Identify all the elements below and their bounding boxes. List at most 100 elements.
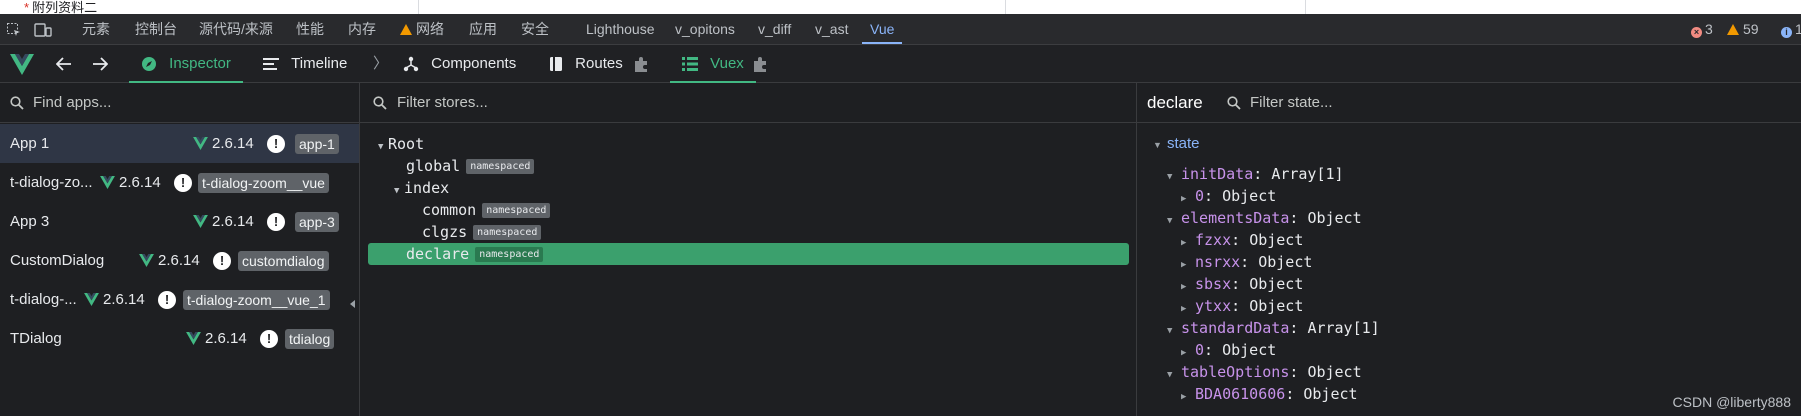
inspector-tab[interactable]: Inspector (129, 45, 243, 83)
app-list-item[interactable]: t-dialog-... 2.6.14! t-dialog-zoom__vue_1 (0, 280, 359, 319)
app-version: 2.6.14 (186, 319, 247, 358)
tab-sources[interactable]: 源代码/来源 (199, 14, 273, 44)
state-row[interactable]: ▼ standardData: Array[1] (1167, 317, 1380, 339)
tree-node-global[interactable]: global namespaced (406, 156, 535, 177)
app-list-item[interactable]: App 3 2.6.14! app-3 (0, 202, 359, 241)
routes-tab[interactable]: Routes (549, 45, 623, 82)
find-apps-search[interactable]: Find apps... (0, 83, 359, 123)
inspect-element-icon[interactable] (6, 14, 22, 44)
state-row[interactable]: ▶ 0: Object (1181, 339, 1276, 361)
info-count[interactable]: i167 (1781, 14, 1801, 44)
tab-console[interactable]: 控制台 (135, 14, 177, 44)
state-value: Object (1222, 341, 1277, 359)
error-icon: × (1691, 27, 1702, 38)
stores-panel: Filter stores... ▼ Root global namespaced … (360, 83, 1137, 416)
collapse-arrow-icon: ▶ (1181, 392, 1187, 402)
app-version: 2.6.14 (84, 280, 145, 319)
tab-v-ast[interactable]: v_ast (815, 14, 848, 44)
app-id-tag: t-dialog-zoom__vue_1 (183, 290, 330, 310)
components-tab[interactable]: Components (403, 45, 516, 82)
forward-arrow-icon[interactable] (92, 45, 108, 82)
tree-node-root[interactable]: ▼ Root (378, 134, 424, 155)
tab-lighthouse[interactable]: Lighthouse (586, 14, 655, 44)
required-marker: * (24, 0, 30, 14)
error-count[interactable]: × 3 (1691, 14, 1713, 44)
tab-memory[interactable]: 内存 (348, 14, 376, 44)
tree-node-clgzs[interactable]: clgzs namespaced (422, 222, 542, 243)
state-row[interactable]: ▼ tableOptions: Object (1167, 361, 1362, 383)
state-key: ytxx (1195, 297, 1232, 315)
warning-icon: ! (260, 330, 278, 348)
vue-logo-icon (10, 45, 34, 82)
search-icon (373, 96, 387, 110)
state-row[interactable]: ▶ nsrxx: Object (1181, 251, 1312, 273)
filter-stores-search[interactable]: Filter stores... (360, 83, 1136, 123)
expand-arrow-icon: ▼ (1167, 216, 1173, 226)
state-value: Array[1] (1271, 165, 1344, 183)
state-row[interactable]: ▶ ytxx: Object (1181, 295, 1303, 317)
state-key: 0 (1195, 187, 1205, 205)
network-warning-icon (400, 24, 412, 35)
routes-plugin-icon (633, 45, 650, 82)
namespaced-badge: namespaced (473, 225, 542, 240)
app-version: 2.6.14 (193, 124, 254, 163)
state-key: fzxx (1195, 231, 1232, 249)
find-apps-placeholder: Find apps... (33, 94, 112, 111)
state-row[interactable]: ▼ elementsData: Object (1167, 207, 1362, 229)
app-name: CustomDialog (10, 252, 105, 269)
expand-arrow-icon: ▼ (1167, 326, 1173, 336)
device-toggle-icon[interactable] (34, 14, 52, 44)
state-row[interactable]: ▶ 0: Object (1181, 185, 1276, 207)
tab-performance[interactable]: 性能 (296, 14, 324, 44)
tab-network[interactable]: 网络 (400, 14, 444, 44)
app-version: 2.6.14 (193, 202, 254, 241)
state-section-header[interactable]: ▼ state (1153, 133, 1200, 155)
tab-v-opitons[interactable]: v_opitons (675, 14, 735, 44)
tab-v-diff[interactable]: v_diff (758, 14, 791, 44)
vue-logo-icon (193, 215, 208, 228)
tab-vue[interactable]: Vue (861, 14, 903, 44)
vuex-tab[interactable]: Vuex (670, 45, 756, 83)
state-key: nsrxx (1195, 253, 1241, 271)
app-id-tag: app-3 (295, 212, 339, 232)
state-row[interactable]: ▼ initData: Array[1] (1167, 163, 1344, 185)
state-colon: : (1289, 363, 1308, 381)
app-list-item[interactable]: t-dialog-zo... 2.6.14! t-dialog-zoom__vue (0, 163, 359, 202)
compass-icon (142, 57, 156, 72)
tree-node-common[interactable]: common namespaced (422, 200, 551, 221)
namespaced-badge: namespaced (475, 247, 544, 262)
warning-count[interactable]: 59 (1727, 14, 1759, 44)
csdn-watermark: CSDN @liberty888 (1672, 394, 1791, 410)
tree-node-declare[interactable]: declare namespaced (406, 244, 544, 265)
collapse-handle-icon[interactable] (350, 300, 355, 308)
tab-elements[interactable]: 元素 (82, 14, 110, 44)
warning-icon: ! (174, 174, 192, 192)
app-list-item[interactable]: CustomDialog 2.6.14! customdialog (0, 241, 359, 280)
state-value: Object (1307, 363, 1362, 381)
app-id-tag: tdialog (285, 329, 335, 349)
state-row[interactable]: ▶ BDA0610606: Object (1181, 383, 1358, 405)
app-id-tag: t-dialog-zoom__vue (198, 173, 329, 193)
state-key: tableOptions (1181, 363, 1290, 381)
state-value: Object (1258, 253, 1313, 271)
timeline-tab[interactable]: Timeline (263, 45, 347, 82)
state-value: Object (1222, 187, 1277, 205)
state-colon: : (1289, 209, 1308, 227)
state-value: Object (1249, 275, 1304, 293)
app-list-item[interactable]: TDialog 2.6.14! tdialog (0, 319, 359, 358)
state-row[interactable]: ▶ sbsx: Object (1181, 273, 1303, 295)
app-id-tag: app-1 (295, 134, 339, 154)
state-row[interactable]: ▶ fzxx: Object (1181, 229, 1303, 251)
book-icon (550, 57, 562, 72)
tab-security[interactable]: 安全 (521, 14, 549, 44)
filter-state-input[interactable]: Filter state... (1250, 83, 1333, 123)
app-list-item[interactable]: App 1 2.6.14! app-1 (0, 124, 359, 163)
state-colon: : (1289, 319, 1308, 337)
back-arrow-icon[interactable] (56, 45, 72, 82)
tree-node-index[interactable]: ▼ index (394, 178, 449, 199)
tab-application[interactable]: 应用 (469, 14, 497, 44)
state-colon: : (1204, 341, 1223, 359)
state-colon: : (1240, 253, 1259, 271)
state-colon: : (1231, 275, 1250, 293)
state-key: sbsx (1195, 275, 1232, 293)
